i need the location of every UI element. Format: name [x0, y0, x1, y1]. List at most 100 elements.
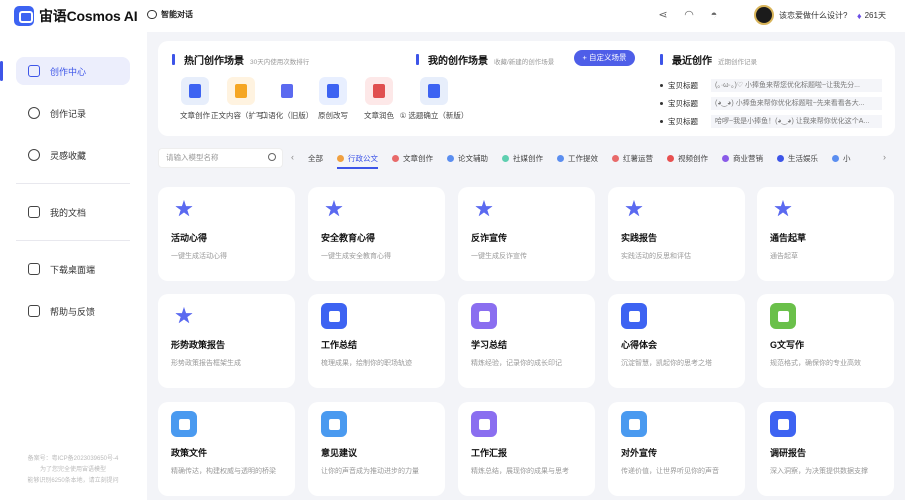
recent-key: 宝贝标题	[668, 117, 698, 126]
card-icon	[171, 411, 197, 437]
recent-key: 宝贝标题	[668, 81, 698, 90]
star-icon: ★	[474, 196, 494, 221]
topbar: 智能对话 ⋖ ◠ ◓ 该恋爱做什么设计? ♦ 261天	[147, 0, 905, 32]
star-icon: ★	[324, 196, 344, 221]
card-description: 一键生成安全教育心得	[321, 253, 391, 260]
hot-scene-label: 口语化（旧版）	[260, 111, 314, 120]
category-label: 社媒创作	[513, 153, 543, 163]
scene-card[interactable]: ★ 安全教育心得一键生成安全教育心得	[308, 187, 445, 281]
sidebar-item-inspiration[interactable]: 灵感收藏	[16, 141, 130, 169]
document-icon	[777, 310, 789, 322]
card-title: 心得体会	[621, 340, 658, 350]
sidebar-item-help[interactable]: 帮助与反馈	[16, 297, 130, 325]
cloud-icon	[28, 107, 40, 119]
scene-card[interactable]: 政策文件 精确传达，构建权威与透明的桥梁	[158, 402, 295, 496]
hot-scenes-header: 热门创作场景 30天内使用次数排行	[172, 52, 309, 67]
model-search-input[interactable]: 请输入模型名称	[158, 148, 283, 168]
card-title: 形势政策报告	[171, 340, 226, 350]
category-tab[interactable]: 全部	[308, 153, 323, 164]
category-label: 行政公文	[348, 153, 378, 163]
card-title: 对外宣传	[621, 448, 658, 458]
category-tab[interactable]: 行政公文	[337, 153, 378, 169]
hot-scene-item[interactable]: 正文内容（扩写）	[211, 77, 271, 121]
scene-card[interactable]: ★ 活动心得 一键生成活动心得	[158, 187, 295, 281]
category-dot-icon	[777, 154, 784, 162]
sidebar-item-creation-records[interactable]: 创作记录	[16, 99, 130, 127]
my-scenes-title: 我的创作场景	[428, 56, 488, 67]
scene-card[interactable]: 学习总结精炼经验，记录你的成长印记	[458, 294, 595, 388]
sidebar: 宙语Cosmos AI 创作中心 创作记录 灵感收藏 我的文档 下载桌面端 帮助…	[0, 0, 147, 500]
card-description: 精炼经验，记录你的成长印记	[471, 360, 562, 367]
footer-line: 为了您完全使用宙语模型	[39, 467, 106, 473]
scene-card[interactable]: 调研报告 深入洞察，为决策提供数据支撑	[757, 402, 894, 496]
accent-bar	[172, 54, 175, 65]
scene-card[interactable]: G文写作 规范格式，确保你的专业高效	[757, 294, 894, 388]
scene-card[interactable]: ★ 实践报告 实践活动的反思和评估	[608, 187, 745, 281]
scene-card[interactable]: 心得体会 沉淀智慧，凯起你的思考之塔	[608, 294, 745, 388]
category-dot-icon	[667, 154, 674, 162]
my-scene-item[interactable]: ① 选题确立（新版）	[398, 77, 470, 121]
recent-row[interactable]: 宝贝标题 (｡·ω·｡)♡ 小捧鱼来帮您优化标题啦~让我先分...	[660, 79, 882, 92]
recent-value: (｡·ω·｡)♡ 小捧鱼来帮您优化标题啦~让我先分...	[711, 79, 882, 92]
document-icon	[281, 84, 293, 98]
sidebar-item-creation-center[interactable]: 创作中心	[0, 57, 130, 85]
category-tab[interactable]: 工作提效	[557, 153, 598, 164]
custom-scene-button[interactable]: + 自定义场景	[574, 50, 635, 66]
card-description: 通告起草	[770, 253, 798, 260]
category-dot-icon	[557, 154, 564, 162]
recent-row[interactable]: 宝贝标题 哈啰~我是小捧鱼！(◕‿◕) 让我来帮你优化这个A...	[660, 115, 882, 128]
category-tab[interactable]: 生活娱乐	[777, 153, 818, 164]
category-tab[interactable]: 视频创作	[667, 153, 708, 164]
scene-card[interactable]: ★ 通告起草 通告起草	[757, 187, 894, 281]
sidebar-item-my-docs[interactable]: 我的文档	[16, 198, 130, 226]
category-tab[interactable]: 小	[832, 153, 851, 164]
scene-card[interactable]: ★ 形势政策报告 形势政策报告框架生成	[158, 294, 295, 388]
bell-icon[interactable]: ◓	[708, 9, 720, 21]
scene-card[interactable]: ★ 反诈宣传 一键生成反诈宣传	[458, 187, 595, 281]
sidebar-item-download[interactable]: 下载桌面端	[16, 255, 130, 283]
search-icon[interactable]	[268, 153, 276, 161]
scene-card[interactable]: 工作汇报 精炼总结，展现你的成果与思考	[458, 402, 595, 496]
gem-icon: ♦	[857, 10, 862, 21]
share-icon[interactable]: ⋖	[657, 9, 669, 21]
card-icon	[621, 303, 647, 329]
category-tab[interactable]: 社媒创作	[502, 153, 543, 164]
smart-chat-tab[interactable]: 智能对话	[147, 9, 193, 20]
hot-scene-item[interactable]: 口语化（旧版）	[261, 77, 313, 121]
star-icon-wrap: ★	[770, 196, 796, 222]
document-icon	[478, 310, 490, 322]
category-tab[interactable]: 文章创作	[392, 153, 433, 164]
card-title: 反诈宣传	[471, 233, 508, 243]
category-dot-icon	[447, 154, 454, 162]
category-dot-icon	[722, 154, 729, 162]
footer-line: 能够识别6250条本地，请立刻提问	[27, 478, 119, 484]
recent-row[interactable]: 宝贝标题 (◕‿◕) 小捧鱼来帮你优化标题啦~先来看看各大...	[660, 97, 882, 110]
card-description: 梳理成果，绘制你的职场轨迹	[321, 360, 412, 367]
avatar[interactable]	[754, 5, 774, 25]
hot-scene-item[interactable]: 文章润色	[356, 77, 402, 121]
app-logo[interactable]: 宙语Cosmos AI	[14, 6, 138, 26]
card-title: 安全教育心得	[321, 233, 376, 243]
scene-icon	[181, 77, 209, 105]
hot-scene-item[interactable]: 原创改写	[310, 77, 356, 121]
vip-badge[interactable]: ♦ 261天	[857, 10, 886, 21]
scene-card[interactable]: 对外宣传 传递价值，让世界听见你的声音	[608, 402, 745, 496]
document-icon	[235, 84, 247, 98]
scene-card[interactable]: 意见建议 让你的声音成为推动进步的力量	[308, 402, 445, 496]
chevron-left-icon[interactable]: ‹	[291, 152, 294, 162]
home-icon	[28, 65, 40, 77]
app-name: 宙语Cosmos AI	[39, 8, 138, 24]
category-label: 视频创作	[678, 153, 708, 163]
scene-card[interactable]: 工作总结 梳理成果，绘制你的职场轨迹	[308, 294, 445, 388]
chevron-right-icon[interactable]: ›	[883, 152, 886, 162]
card-title: 通告起草	[770, 233, 807, 243]
star-icon: ★	[174, 196, 194, 221]
card-title: 学习总结	[471, 340, 508, 350]
category-dot-icon	[502, 154, 509, 162]
category-tab[interactable]: 商业营销	[722, 153, 763, 164]
topbar-question[interactable]: 该恋爱做什么设计?	[779, 10, 847, 21]
category-tab[interactable]: 红薯运营	[612, 153, 653, 164]
category-tab[interactable]: 论文辅助	[447, 153, 488, 164]
headset-icon[interactable]: ◠	[683, 9, 695, 21]
book-icon	[28, 206, 40, 218]
